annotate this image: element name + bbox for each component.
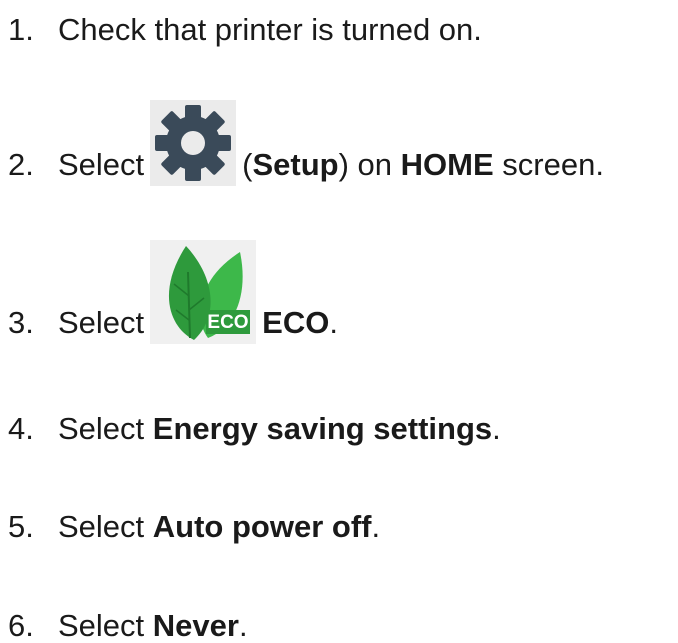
- energy-saving-label: Energy saving settings: [152, 411, 493, 446]
- step-text: Select Auto power off.: [58, 511, 380, 542]
- step-number: 6.: [8, 608, 34, 643]
- step-text-rest: ECO.: [262, 307, 338, 338]
- step-text: Select Never.: [58, 610, 248, 641]
- step-4: 4. Select Energy saving settings.: [0, 413, 501, 444]
- eco-label: ECO: [262, 305, 330, 340]
- eco-icon-label: ECO: [208, 312, 249, 333]
- home-label: HOME: [400, 147, 494, 182]
- step-3: 3. Select ECO ECO.: [0, 240, 338, 344]
- step-text-rest: (Setup) on HOME screen.: [242, 149, 604, 180]
- on-text: ) on: [338, 147, 401, 182]
- select-word: Select: [58, 411, 153, 446]
- step-number: 5.: [8, 509, 34, 544]
- step-number: 3.: [8, 305, 34, 340]
- step-text: Check that printer is turned on.: [58, 12, 482, 47]
- step-2: 2. Select (Setup) on HOME screen.: [0, 100, 604, 186]
- step-text: Select Energy saving settings.: [58, 413, 501, 444]
- period: .: [492, 411, 501, 446]
- eco-icon-box: ECO: [150, 240, 257, 344]
- screen-text: screen.: [493, 147, 604, 182]
- step-6: 6. Select Never.: [0, 610, 248, 641]
- setup-label: Setup: [252, 147, 339, 182]
- setup-icon-box: [150, 100, 237, 186]
- select-word: Select: [58, 147, 145, 182]
- step-5: 5. Select Auto power off.: [0, 511, 380, 542]
- eco-leaf-icon: ECO: [169, 246, 251, 340]
- step-1: 1. Check that printer is turned on.: [0, 14, 482, 45]
- select-word: Select: [58, 509, 153, 544]
- step-number: 2.: [8, 147, 34, 182]
- step-number: 4.: [8, 411, 34, 446]
- period: .: [329, 305, 338, 340]
- select-word: Select: [58, 608, 153, 643]
- gear-icon: [155, 105, 232, 181]
- period: .: [238, 608, 248, 643]
- step-number: 1.: [8, 12, 34, 47]
- paren-open: (: [242, 147, 253, 182]
- select-word: Select: [58, 305, 145, 340]
- step-text: Select: [58, 149, 144, 180]
- never-label: Never: [152, 608, 239, 643]
- auto-power-off-label: Auto power off: [152, 509, 372, 544]
- period: .: [371, 509, 381, 544]
